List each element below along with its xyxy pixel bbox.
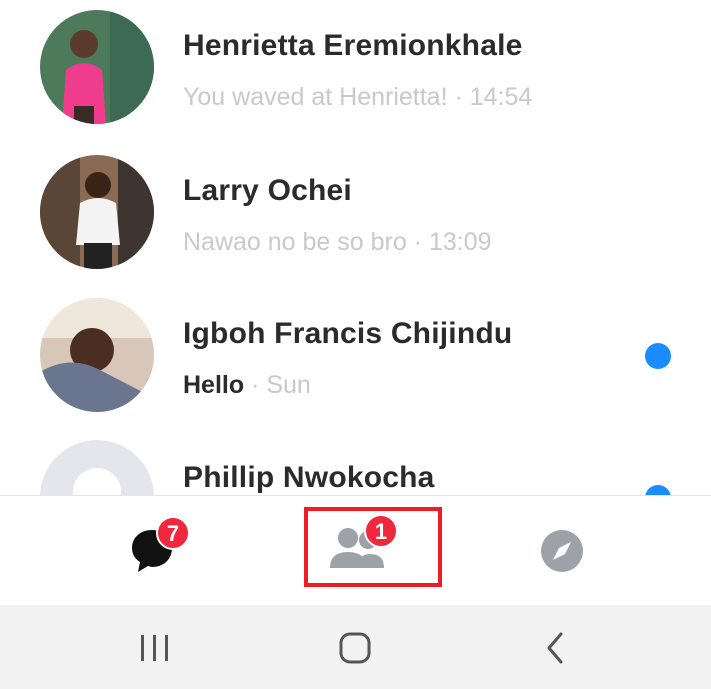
home-icon (339, 632, 371, 664)
message-preview: Hello · Sun (183, 371, 311, 400)
recent-apps-icon (141, 635, 168, 661)
message-preview: You waved at Henrietta! · 14:54 (183, 83, 532, 112)
home-button[interactable] (325, 623, 385, 673)
tab-chats[interactable]: 7 (110, 496, 210, 606)
avatar[interactable] (40, 155, 154, 269)
avatar-photo (40, 10, 154, 124)
message-preview: Nawao no be so bro · 13:09 (183, 228, 492, 257)
message-preview-text: You waved at Henrietta! · 14:54 (183, 83, 533, 111)
chat-row-henrietta[interactable]: Henrietta Eremionkhale You waved at Henr… (0, 0, 711, 139)
tab-discover[interactable] (520, 496, 620, 606)
back-button[interactable] (525, 623, 585, 673)
contact-name: Henrietta Eremionkhale (183, 29, 523, 62)
chats-badge: 7 (156, 516, 190, 550)
system-nav-bar (0, 605, 711, 689)
message-preview-text: · Sun (244, 371, 311, 399)
chat-row-phillip[interactable]: Phillip Nwokocha (0, 423, 711, 495)
avatar[interactable] (40, 440, 154, 495)
recent-apps-button[interactable] (125, 623, 185, 673)
unread-indicator (645, 485, 671, 495)
unread-indicator (645, 343, 671, 369)
avatar-photo (40, 298, 154, 412)
highlight-box (304, 507, 442, 587)
avatar-photo (40, 155, 154, 269)
avatar[interactable] (40, 298, 154, 412)
chat-list: Henrietta Eremionkhale You waved at Henr… (0, 0, 711, 495)
chat-row-igboh[interactable]: Igboh Francis Chijindu Hello · Sun (0, 281, 711, 423)
chat-row-larry[interactable]: Larry Ochei Nawao no be so bro · 13:09 (0, 139, 711, 281)
contact-name: Larry Ochei (183, 174, 352, 207)
message-preview-bold: Hello (183, 371, 245, 399)
message-preview-text: Nawao no be so bro · 13:09 (183, 228, 492, 256)
contact-name: Phillip Nwokocha (183, 461, 435, 494)
compass-icon (541, 530, 583, 572)
default-avatar-icon (40, 440, 154, 495)
contact-name: Igboh Francis Chijindu (183, 317, 513, 350)
avatar[interactable] (40, 10, 154, 124)
back-icon (547, 632, 563, 664)
